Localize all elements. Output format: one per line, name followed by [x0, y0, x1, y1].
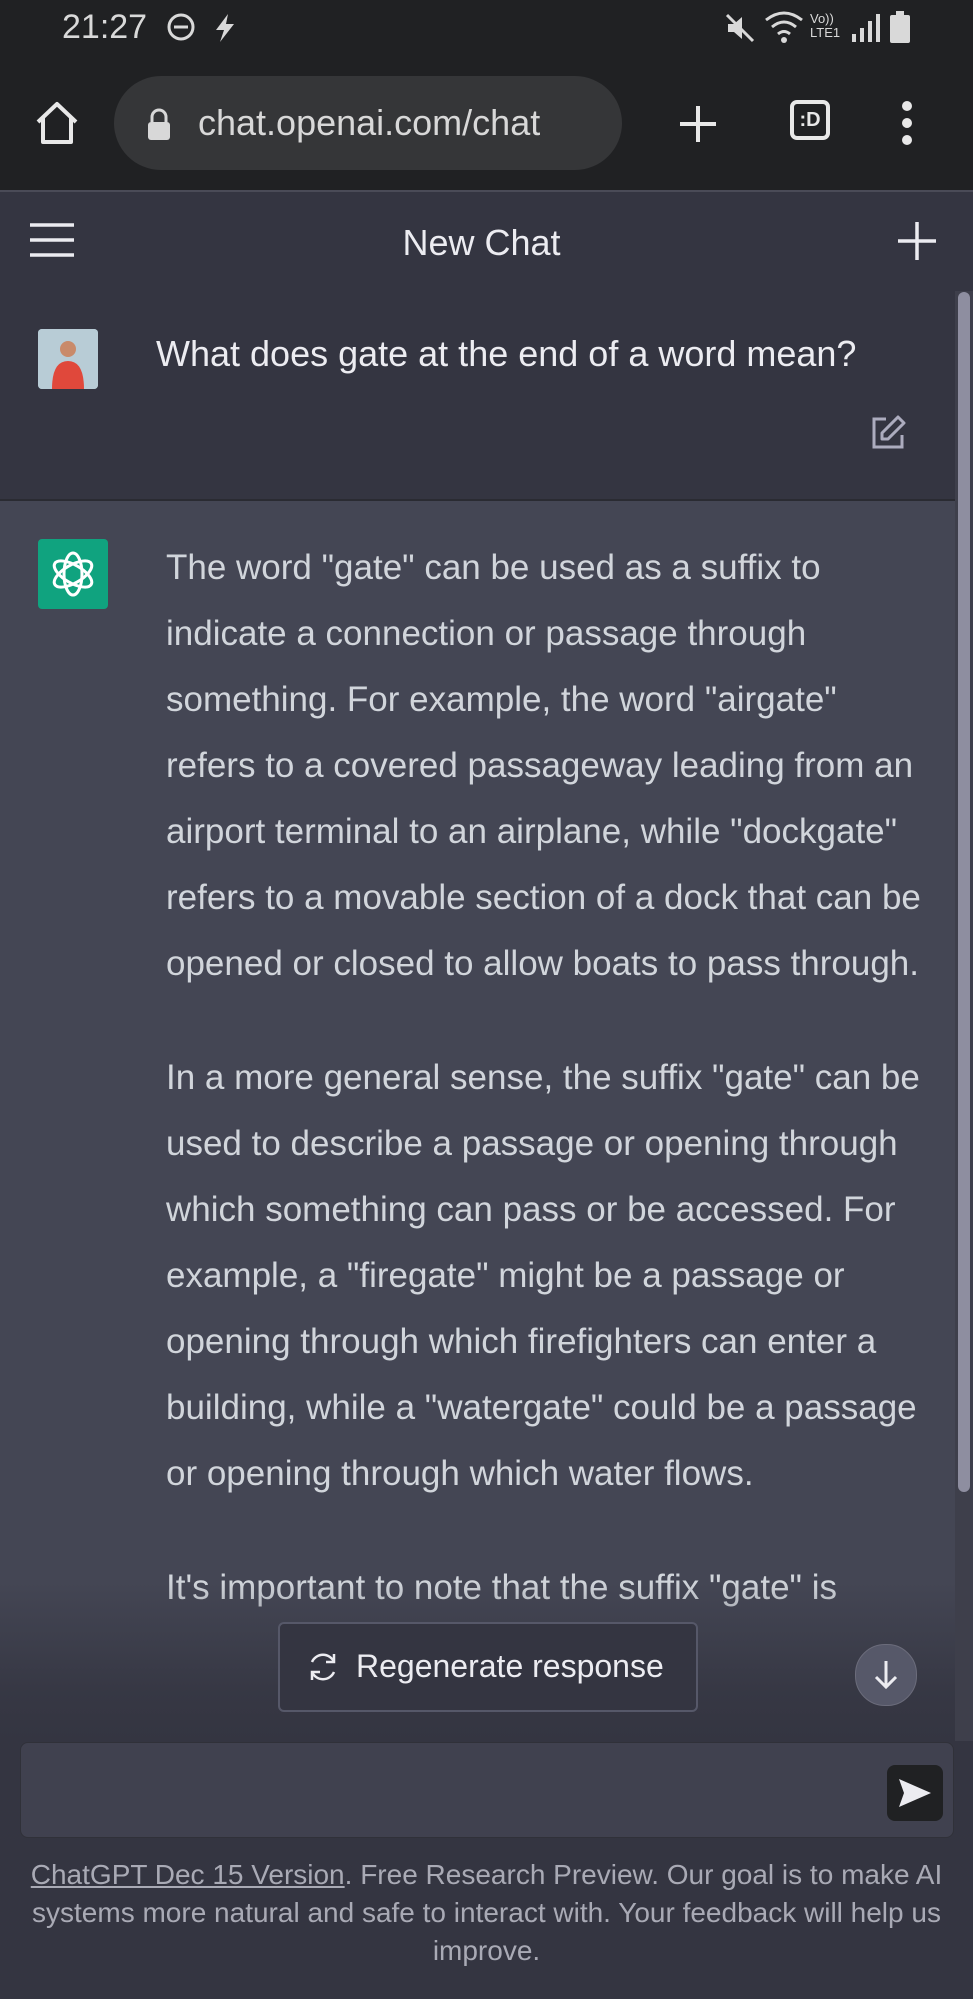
- message-input[interactable]: [41, 1763, 885, 1819]
- home-icon[interactable]: [32, 98, 82, 148]
- do-not-disturb-icon: [167, 13, 195, 41]
- assistant-message: The word "gate" can be used as a suffix …: [0, 501, 955, 1741]
- footer-disclaimer: ChatGPT Dec 15 Version. Free Research Pr…: [30, 1856, 943, 1970]
- refresh-icon: [310, 1653, 336, 1681]
- wifi-icon: [765, 11, 803, 43]
- avatar: [38, 329, 98, 389]
- answer-paragraph: In a more general sense, the suffix "gat…: [166, 1058, 920, 1493]
- scrollbar-thumb[interactable]: [958, 292, 970, 1492]
- tabs-icon[interactable]: :D: [790, 100, 830, 140]
- user-message: What does gate at the end of a word mean…: [0, 291, 955, 501]
- more-icon[interactable]: [892, 98, 922, 148]
- user-message-text: What does gate at the end of a word mean…: [156, 333, 857, 374]
- volte-icon: Vo)) LTE1: [810, 11, 841, 40]
- assistant-message-text: The word "gate" can be used as a suffix …: [166, 535, 926, 1669]
- arrow-down-icon: [874, 1661, 898, 1690]
- app-header: New Chat: [0, 190, 973, 293]
- status-bar: 21:27 Vo)) LTE1: [0, 0, 973, 60]
- flash-icon: [216, 14, 234, 42]
- tab-count: :D: [799, 109, 821, 131]
- browser-toolbar: chat.openai.com/chat :D: [0, 60, 973, 190]
- message-composer: [20, 1742, 954, 1838]
- edit-icon[interactable]: [868, 413, 908, 453]
- regenerate-label: Regenerate response: [356, 1648, 664, 1684]
- signal-icon: [852, 14, 880, 42]
- chatgpt-logo-icon: [38, 539, 108, 609]
- scroll-down-button[interactable]: [855, 1644, 917, 1706]
- new-tab-icon[interactable]: [676, 102, 720, 146]
- page-title: New Chat: [402, 222, 561, 263]
- send-icon: [899, 1779, 931, 1807]
- status-time: 21:27: [62, 8, 148, 46]
- plus-icon[interactable]: [896, 220, 938, 262]
- mute-icon: [725, 13, 755, 43]
- send-button[interactable]: [887, 1765, 943, 1821]
- url-bar[interactable]: chat.openai.com/chat: [114, 76, 622, 170]
- answer-paragraph: The word "gate" can be used as a suffix …: [166, 548, 921, 983]
- battery-icon: [890, 11, 910, 43]
- regenerate-button[interactable]: Regenerate response: [278, 1622, 698, 1712]
- version-link[interactable]: ChatGPT Dec 15 Version: [31, 1859, 345, 1890]
- url-text[interactable]: chat.openai.com/chat: [198, 102, 540, 144]
- lock-icon: [148, 108, 170, 140]
